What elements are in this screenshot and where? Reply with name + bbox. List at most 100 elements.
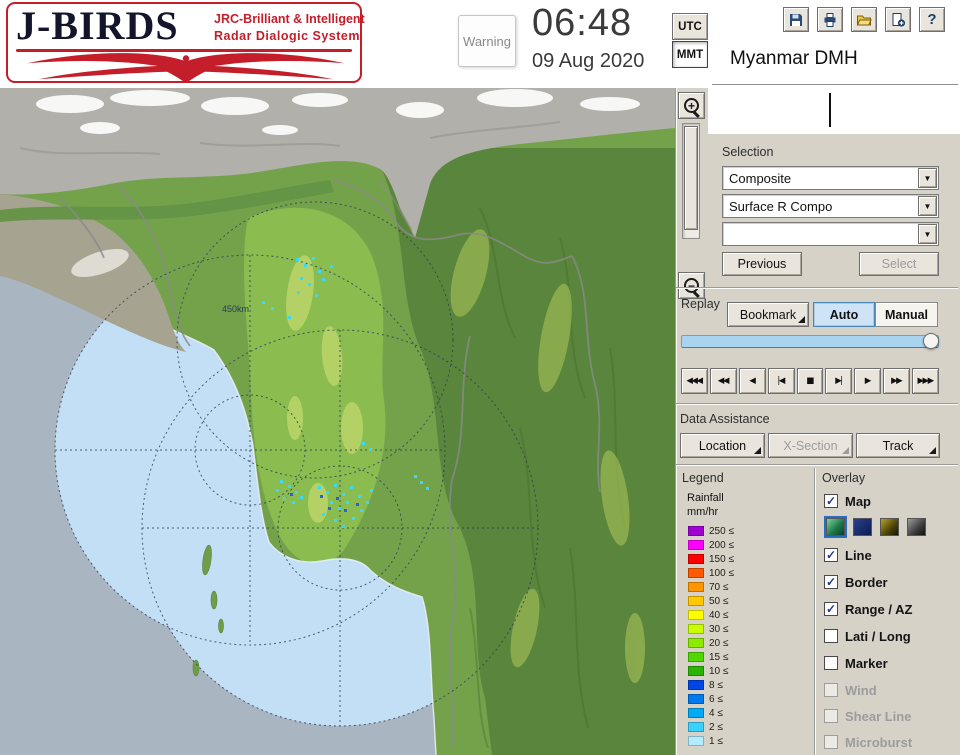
track-button[interactable]: Track bbox=[856, 433, 940, 458]
chevron-down-icon[interactable]: ▼ bbox=[918, 196, 937, 216]
legend-row: 6 ≤ bbox=[688, 692, 808, 706]
zoom-scrollbar-thumb[interactable] bbox=[684, 126, 698, 230]
map-style-swatches bbox=[824, 516, 926, 538]
replay-label: Replay bbox=[681, 297, 720, 311]
product-type-value: Composite bbox=[729, 171, 792, 186]
border-checkbox[interactable]: ✓ bbox=[824, 575, 838, 589]
section-divider bbox=[676, 287, 958, 289]
zoom-out-button[interactable]: − bbox=[678, 272, 705, 299]
overlay-item-marker: Marker bbox=[824, 654, 888, 672]
legend-title: Rainfall bbox=[687, 492, 724, 504]
location-button[interactable]: Location bbox=[680, 433, 765, 458]
timeline-slider-thumb[interactable] bbox=[923, 333, 939, 349]
help-button[interactable]: ? bbox=[919, 7, 945, 32]
playback-forward-fast-button[interactable]: ▶▶ bbox=[883, 368, 911, 394]
legend-color-chip bbox=[688, 652, 704, 662]
legend-row: 50 ≤ bbox=[688, 594, 808, 608]
legend-row: 2 ≤ bbox=[688, 720, 808, 734]
warning-label: Warning bbox=[463, 33, 511, 49]
playback-step-back-button[interactable]: |◀ bbox=[767, 368, 795, 394]
legend-row: 8 ≤ bbox=[688, 678, 808, 692]
legend-color-chip bbox=[688, 568, 704, 578]
legend-color-chip bbox=[688, 596, 704, 606]
org-name: Myanmar DMH bbox=[730, 48, 858, 69]
playback-play-forward-button[interactable]: ▶ bbox=[854, 368, 882, 394]
help-icon: ? bbox=[927, 11, 937, 28]
legend-overlay-divider bbox=[814, 468, 816, 755]
print-icon bbox=[824, 12, 836, 27]
playback-rewind-fastest-button[interactable]: ◀◀◀ bbox=[681, 368, 708, 394]
bookmark-button[interactable]: Bookmark bbox=[727, 302, 809, 327]
chevron-down-icon[interactable]: ▼ bbox=[918, 224, 937, 244]
manual-mode-button[interactable]: Manual bbox=[875, 302, 938, 327]
line-checkbox[interactable]: ✓ bbox=[824, 548, 838, 562]
legend-row: 1 ≤ bbox=[688, 734, 808, 748]
overlay-item-lati-long: Lati / Long bbox=[824, 627, 911, 645]
map-style-ocean-blue[interactable] bbox=[853, 518, 872, 536]
save-button[interactable] bbox=[783, 7, 809, 32]
map-style-terrain-green[interactable] bbox=[824, 516, 847, 538]
selection-label: Selection bbox=[722, 145, 774, 159]
playback-play-backward-button[interactable]: ◀ bbox=[738, 368, 766, 394]
legend-color-chip bbox=[688, 624, 704, 634]
zoom-scrollbar[interactable] bbox=[682, 123, 700, 239]
export-button[interactable] bbox=[885, 7, 911, 32]
eagle-icon bbox=[27, 53, 345, 84]
overlay-item-map: ✓ Map bbox=[824, 493, 871, 509]
map-style-olive-dark[interactable] bbox=[880, 518, 899, 536]
section-divider bbox=[676, 403, 958, 405]
map-style-grayscale-dark[interactable] bbox=[907, 518, 926, 536]
legend-color-chip bbox=[688, 680, 704, 690]
print-button[interactable] bbox=[817, 7, 843, 32]
org-divider bbox=[712, 84, 958, 85]
zoom-in-button[interactable]: + bbox=[678, 92, 705, 119]
sub-option-dropdown[interactable]: ▼ bbox=[722, 222, 939, 246]
wind-checkbox[interactable] bbox=[824, 683, 838, 697]
legend-row: 10 ≤ bbox=[688, 664, 808, 678]
lati-long-checkbox[interactable] bbox=[824, 629, 838, 643]
warning-indicator[interactable]: Warning bbox=[458, 15, 516, 67]
shear-line-checkbox[interactable] bbox=[824, 709, 838, 723]
logo-subtitle-1: JRC-Brilliant & Intelligent bbox=[214, 12, 365, 26]
legend-color-chip bbox=[688, 540, 704, 550]
auto-mode-button[interactable]: Auto bbox=[813, 302, 875, 327]
playback-rewind-fast-button[interactable]: ◀◀ bbox=[709, 368, 737, 394]
jbirds-logo: J-BIRDS JRC-Brilliant & Intelligent Rada… bbox=[6, 2, 365, 84]
legend-color-chip bbox=[688, 666, 704, 676]
playback-stop-button[interactable]: ■ bbox=[796, 368, 824, 394]
legend-color-chip bbox=[688, 554, 704, 564]
marker-checkbox[interactable] bbox=[824, 656, 838, 670]
open-button[interactable] bbox=[851, 7, 877, 32]
legend-color-chip bbox=[688, 708, 704, 718]
product-type-dropdown[interactable]: Composite ▼ bbox=[722, 166, 939, 190]
clock-time: 06:48 bbox=[532, 2, 633, 44]
overlay-item-microburst: Microburst bbox=[824, 733, 912, 751]
overlay-label: Overlay bbox=[822, 471, 866, 485]
map-checkbox[interactable]: ✓ bbox=[824, 494, 838, 508]
chevron-down-icon[interactable]: ▼ bbox=[918, 168, 937, 188]
x-section-button[interactable]: X-Section bbox=[768, 433, 853, 458]
timezone-mmt-button[interactable]: MMT bbox=[672, 41, 708, 68]
playback-forward-fastest-button[interactable]: ▶▶▶ bbox=[912, 368, 940, 394]
radar-map-image: 450km bbox=[0, 88, 675, 755]
playback-step-forward-button[interactable]: ▶| bbox=[825, 368, 853, 394]
replay-timeline-slider[interactable] bbox=[681, 333, 939, 349]
legend-row: 250 ≤ bbox=[688, 524, 808, 538]
radar-map-view[interactable]: 450km bbox=[0, 88, 675, 755]
previous-button[interactable]: Previous bbox=[722, 252, 802, 276]
open-folder-icon bbox=[856, 15, 872, 25]
clock-date: 09 Aug 2020 bbox=[532, 50, 645, 72]
product-dropdown[interactable]: Surface R Compo ▼ bbox=[722, 194, 939, 218]
select-button[interactable]: Select bbox=[859, 252, 939, 276]
legend-color-chip bbox=[688, 736, 704, 746]
rainfall-legend: 250 ≤ 200 ≤ 150 ≤ 100 ≤ 70 ≤ 50 ≤ 40 ≤ 3… bbox=[688, 524, 808, 748]
section-divider bbox=[676, 464, 958, 466]
range-az-checkbox[interactable]: ✓ bbox=[824, 602, 838, 616]
panel-divider bbox=[675, 88, 677, 755]
microburst-checkbox[interactable] bbox=[824, 735, 838, 749]
timezone-utc-button[interactable]: UTC bbox=[672, 13, 708, 40]
legend-color-chip bbox=[688, 722, 704, 732]
legend-label: Legend bbox=[682, 471, 724, 485]
station-input[interactable] bbox=[708, 88, 960, 134]
legend-row: 40 ≤ bbox=[688, 608, 808, 622]
